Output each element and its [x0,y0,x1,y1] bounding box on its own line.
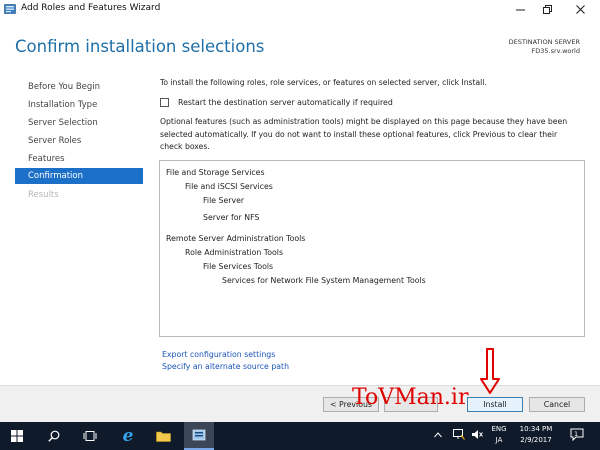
tray-chevron-icon[interactable] [434,431,442,441]
server-manager-icon [192,429,206,440]
title-bar: Add Roles and Features Wizard [0,0,600,18]
input-language-indicator[interactable]: ENG JA [487,425,511,444]
nav-item-before-you-begin[interactable]: Before You Begin [15,79,143,95]
language-code: ENG [491,425,507,433]
start-button[interactable] [2,422,32,450]
internet-explorer-button[interactable]: e [113,422,143,450]
close-icon [575,4,585,14]
ime-code: JA [495,436,503,444]
list-item: Services for Network File System Managem… [222,276,426,285]
file-explorer-icon [155,431,171,442]
notification-count: 1 [574,430,579,438]
minimize-button[interactable] [506,0,534,18]
action-center-button[interactable]: 1 [570,428,586,442]
list-item: Role Administration Tools [185,248,284,257]
nav-item-confirmation[interactable]: Confirmation [15,168,143,184]
list-item: File and iSCSI Services [185,182,273,191]
nav-item-features[interactable]: Features [15,151,143,167]
list-item: File and Storage Services [166,168,265,177]
list-item: File Server [203,196,245,205]
server-manager-icon [4,4,16,14]
red-arrow-annotation [480,348,500,394]
nav-item-server-selection[interactable]: Server Selection [15,115,143,131]
alternate-source-link[interactable]: Specify an alternate source path [162,362,289,371]
watermark-text: ToVMan.ir [352,385,469,410]
file-explorer-button[interactable] [148,422,178,450]
page-title: Confirm installation selections [15,37,265,56]
selection-list: File and Storage Services File and iSCSI… [159,160,585,337]
list-item: File Services Tools [203,262,274,271]
task-view-icon [83,431,97,441]
internet-explorer-icon: e [122,426,134,446]
server-manager-taskbar-button[interactable] [184,422,214,450]
instruction-text: To install the following roles, role ser… [160,78,487,87]
minimize-icon [515,9,525,10]
nav-item-server-roles[interactable]: Server Roles [15,133,143,149]
maximize-icon [542,4,552,14]
nav-item-results: Results [28,190,59,200]
network-icon[interactable] [453,429,466,443]
taskbar: e ENG JA 10:34 PM 2/9/2017 1 [0,422,600,450]
task-view-button[interactable] [75,422,105,450]
install-button[interactable]: Install [467,397,523,412]
close-button[interactable] [566,0,594,18]
list-item: Remote Server Administration Tools [166,234,306,243]
restart-checkbox[interactable] [160,98,169,107]
nav-item-installation-type[interactable]: Installation Type [15,97,143,113]
clock-date: 2/9/2017 [520,436,552,444]
destination-server-label: DESTINATION SERVER [508,38,580,46]
optional-features-note: Optional features (such as administratio… [160,117,568,151]
cancel-button[interactable]: Cancel [529,397,585,412]
volume-icon[interactable] [471,429,483,443]
search-button[interactable] [39,422,69,450]
clock-time: 10:34 PM [519,425,553,433]
restart-checkbox-label[interactable]: Restart the destination server automatic… [178,98,393,107]
export-configuration-link[interactable]: Export configuration settings [162,350,275,359]
search-icon [48,430,60,442]
destination-server-name: FD35.srv.world [531,47,580,55]
clock[interactable]: 10:34 PM 2/9/2017 [514,425,558,444]
maximize-button[interactable] [533,0,561,18]
list-item: Server for NFS [203,213,260,222]
windows-start-icon [11,430,23,442]
window-title: Add Roles and Features Wizard [21,3,161,13]
